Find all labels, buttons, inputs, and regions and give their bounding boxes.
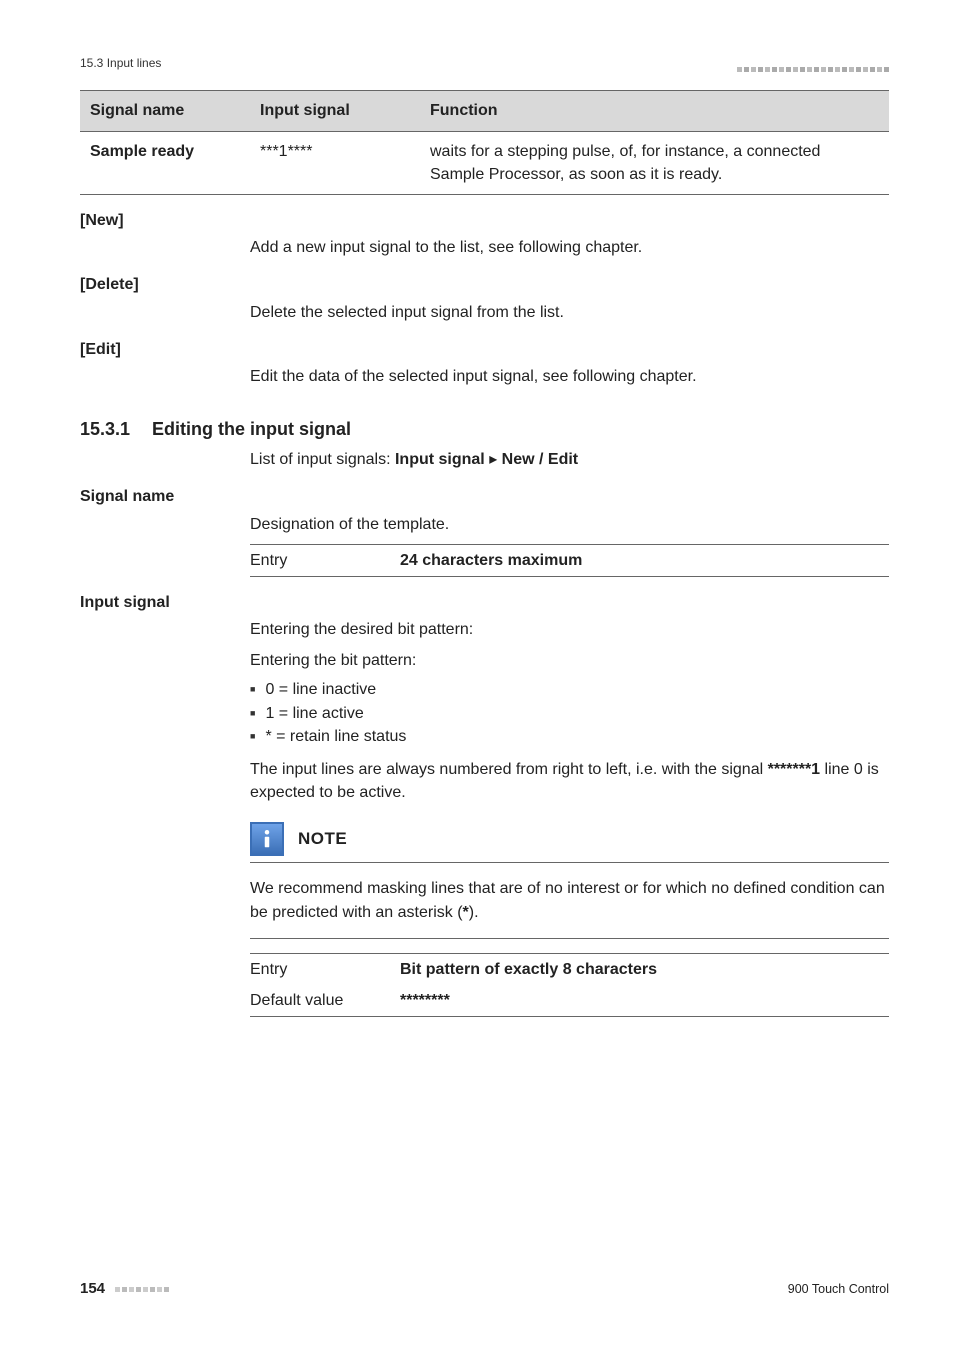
para-code: *******1 [768,761,820,778]
field-signal-name: Signal name Designation of the template. [80,485,889,535]
para-prefix: The input lines are always numbered from… [250,761,768,778]
page-footer: 154 900 Touch Control [80,1278,889,1300]
term-new-label: [New] [80,209,889,232]
section-heading: 15.3.1 Editing the input signal [80,416,889,442]
input-signal-paragraph: The input lines are always numbered from… [250,758,889,804]
entry-block-signal-name: Entry 24 characters maximum [250,544,889,577]
section-title: Editing the input signal [152,416,351,442]
bit-pattern-list: 0 = line inactive 1 = line active * = re… [250,678,889,748]
th-function: Function [420,91,889,131]
note-title: NOTE [298,827,347,852]
field-input-signal-l1: Entering the desired bit pattern: [250,618,889,641]
term-new: [New] Add a new input signal to the list… [80,209,889,259]
field-input-signal-label: Input signal [80,591,889,614]
term-edit-body: Edit the data of the selected input sign… [250,365,889,388]
table-header-row: Signal name Input signal Function [80,91,889,131]
entry-label: Entry [250,958,400,981]
section-ref: 15.3 Input lines [80,55,161,72]
header-dots [737,67,889,72]
note-box: NOTE We recommend masking lines that are… [250,822,889,938]
td-input-signal: ***1**** [250,131,420,194]
td-function: waits for a stepping pulse, of, for inst… [420,131,889,194]
field-input-signal-l2: Entering the bit pattern: [250,649,889,672]
entry-value: Bit pattern of exactly 8 characters [400,958,657,981]
section-lead-sep: ▸ [485,451,502,468]
page-header: 15.3 Input lines [80,55,889,72]
note-body: We recommend masking lines that are of n… [250,863,889,938]
th-signal-name: Signal name [80,91,250,131]
entry-value: 24 characters maximum [400,549,582,572]
note-body-suffix: ). [469,904,479,921]
note-head: NOTE [250,822,889,863]
section-number: 15.3.1 [80,416,130,442]
footer-left: 154 [80,1278,169,1300]
section-lead-b2: New / Edit [502,451,578,468]
footer-dots [115,1287,169,1292]
term-edit: [Edit] Edit the data of the selected inp… [80,338,889,388]
entry-block-input-signal: Entry Bit pattern of exactly 8 character… [250,953,889,1017]
term-edit-label: [Edit] [80,338,889,361]
signal-table: Signal name Input signal Function Sample… [80,90,889,195]
default-label: Default value [250,989,400,1012]
section-lead: List of input signals: Input signal ▸ Ne… [250,448,889,471]
term-delete: [Delete] Delete the selected input signa… [80,273,889,323]
td-signal-name: Sample ready [80,131,250,194]
term-new-body: Add a new input signal to the list, see … [250,236,889,259]
term-delete-label: [Delete] [80,273,889,296]
list-item: 1 = line active [250,702,889,725]
info-icon [250,822,284,856]
entry-label: Entry [250,549,400,572]
field-input-signal: Input signal Entering the desired bit pa… [80,591,889,641]
page-number: 154 [80,1280,105,1297]
footer-product: 900 Touch Control [788,1280,889,1298]
field-signal-name-desc: Designation of the template. [250,513,889,536]
default-value: ******** [400,989,450,1012]
note-body-prefix: We recommend masking lines that are of n… [250,880,885,920]
section-lead-b1: Input signal [395,451,485,468]
term-delete-body: Delete the selected input signal from th… [250,301,889,324]
table-row: Sample ready ***1**** waits for a steppi… [80,131,889,194]
field-signal-name-label: Signal name [80,485,889,508]
th-input-signal: Input signal [250,91,420,131]
section-lead-prefix: List of input signals: [250,451,395,468]
list-item: 0 = line inactive [250,678,889,701]
list-item: * = retain line status [250,725,889,748]
